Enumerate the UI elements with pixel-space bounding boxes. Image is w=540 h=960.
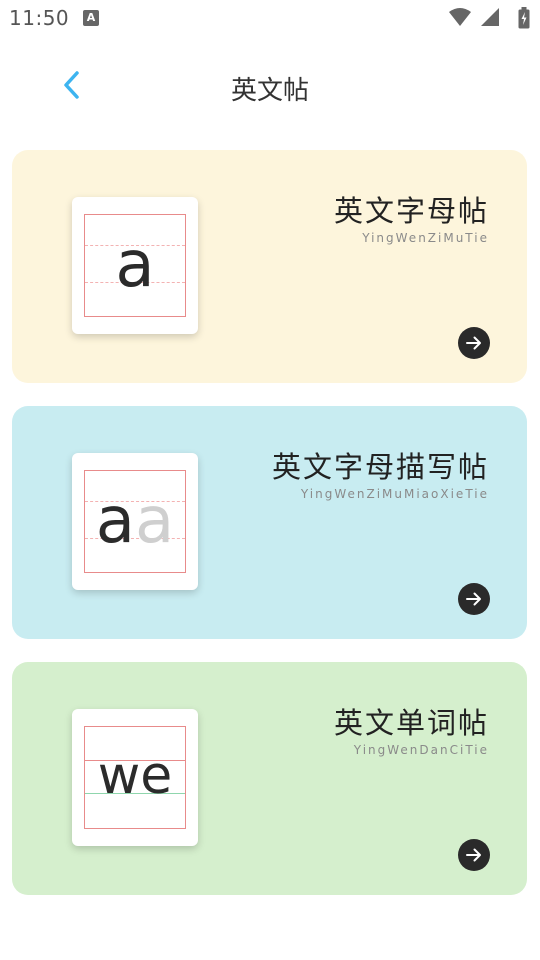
wifi-icon: [449, 8, 471, 26]
word-sample-thumbnail: we: [72, 709, 198, 846]
card-title: 英文字母帖: [333, 194, 489, 228]
page-title: 英文帖: [230, 76, 309, 106]
sample-letter-light: a: [135, 484, 175, 558]
go-button[interactable]: [458, 839, 490, 871]
sample-letter: a: [115, 228, 155, 302]
arrow-right-icon: [466, 848, 481, 862]
arrow-right-icon: [466, 336, 481, 350]
letter-sample-thumbnail: a: [72, 197, 198, 334]
card-title: 英文字母描写帖: [271, 450, 489, 484]
battery-charging-icon: [518, 7, 530, 29]
writing-grid: aa: [84, 470, 186, 573]
status-time: 11:50: [9, 6, 70, 30]
sample-word: we: [97, 746, 173, 806]
sample-letters: aa: [85, 481, 185, 561]
tracing-sample-thumbnail: aa: [72, 453, 198, 590]
card-subtitle: YingWenZiMuMiaoXieTie: [300, 487, 489, 501]
go-button[interactable]: [458, 327, 490, 359]
card-letter-tracing-copybook[interactable]: aa 英文字母描写帖 YingWenZiMuMiaoXieTie: [12, 406, 527, 639]
card-word-copybook[interactable]: we 英文单词帖 YingWenDanCiTie: [12, 662, 527, 895]
sample-letter-dark: a: [95, 484, 135, 558]
app-header: 英文帖: [0, 56, 540, 116]
go-button[interactable]: [458, 583, 490, 615]
signal-icon: [481, 8, 499, 26]
card-subtitle: YingWenDanCiTie: [353, 743, 489, 757]
arrow-right-icon: [466, 592, 481, 606]
card-title: 英文单词帖: [333, 706, 489, 740]
card-subtitle: YingWenZiMuTie: [362, 231, 489, 245]
status-bar: 11:50 A: [0, 0, 540, 36]
card-letter-copybook[interactable]: a 英文字母帖 YingWenZiMuTie: [12, 150, 527, 383]
writing-grid: we: [84, 726, 186, 829]
writing-grid: a: [84, 214, 186, 317]
notification-a-icon: A: [83, 10, 99, 26]
